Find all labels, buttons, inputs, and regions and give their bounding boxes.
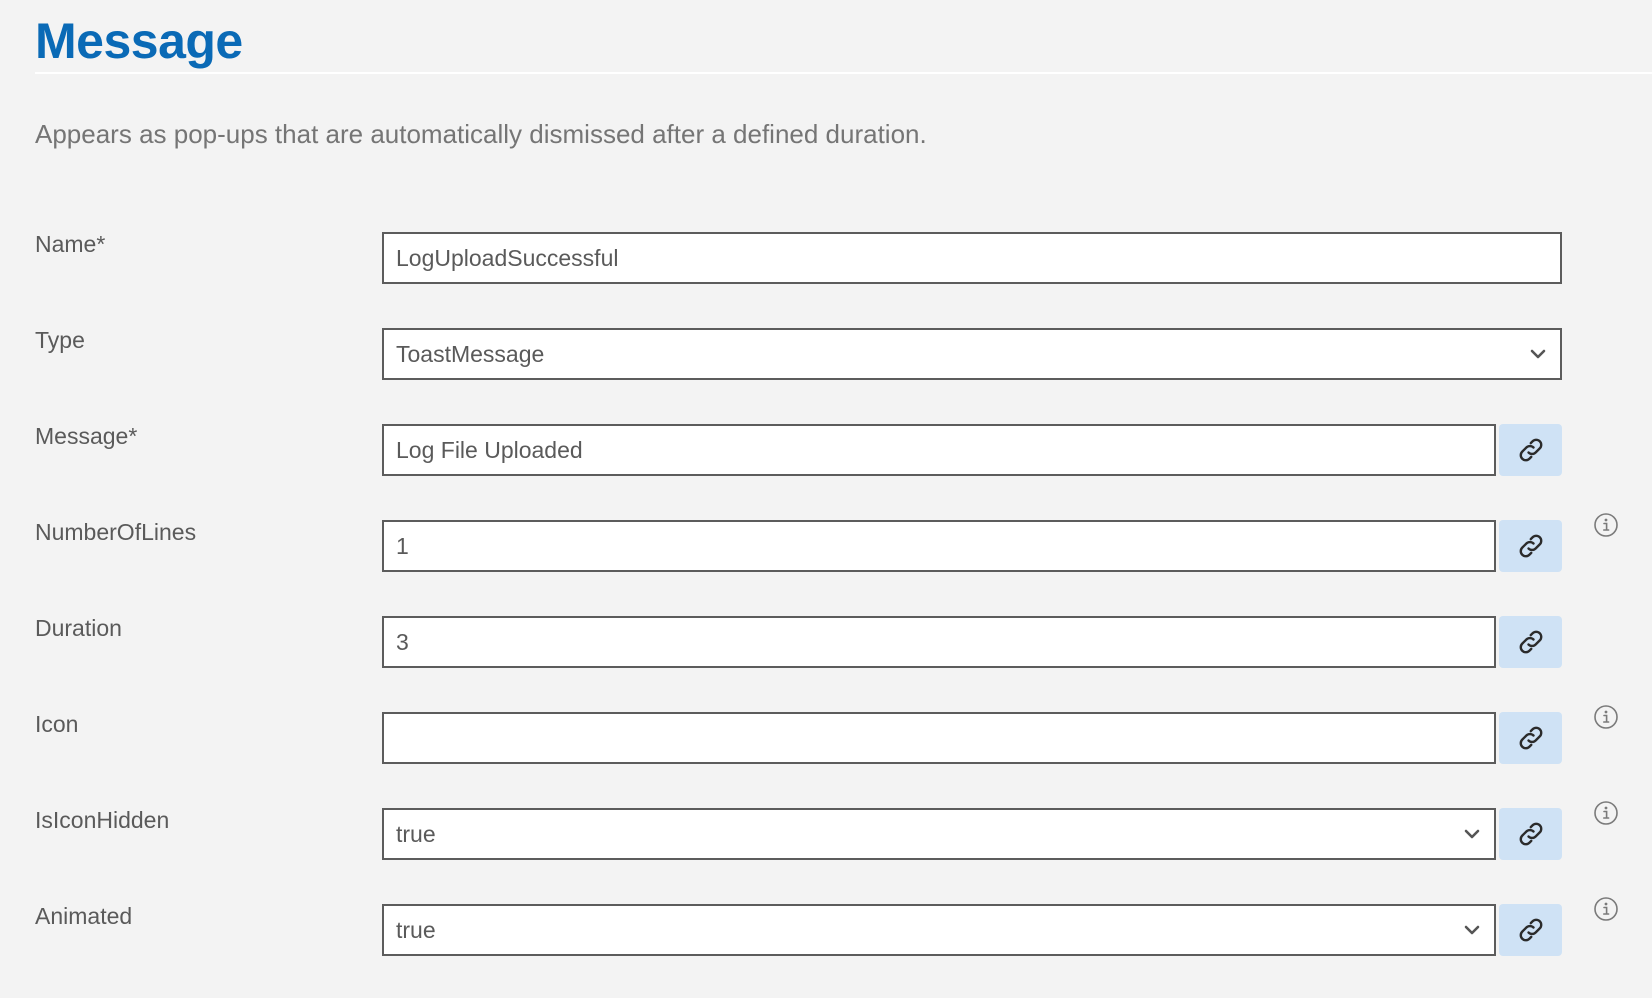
- message-properties-panel: Message Appears as pop-ups that are auto…: [0, 0, 1652, 998]
- type-select[interactable]: ToastMessage: [382, 328, 1562, 380]
- message-label: Message*: [35, 423, 138, 449]
- animated-row: Animated true: [0, 897, 1652, 956]
- number-of-lines-value: 1: [396, 532, 409, 559]
- link-icon: [1519, 630, 1542, 654]
- message-value: Log File Uploaded: [396, 436, 583, 463]
- chevron-down-icon: [1530, 349, 1546, 359]
- number-of-lines-link-button[interactable]: [1499, 520, 1562, 572]
- animated-value: true: [396, 916, 436, 943]
- animated-label: Animated: [35, 903, 133, 929]
- page-description: Appears as pop-ups that are automaticall…: [35, 119, 927, 149]
- message-row: Message* Log File Uploaded: [0, 424, 1652, 476]
- info-icon[interactable]: [1593, 800, 1619, 826]
- number-of-lines-input[interactable]: 1: [382, 520, 1496, 572]
- is-icon-hidden-link-button[interactable]: [1499, 808, 1562, 860]
- name-label: Name*: [35, 231, 106, 257]
- duration-value: 3: [396, 628, 409, 655]
- link-icon: [1519, 534, 1542, 558]
- name-input[interactable]: LogUploadSuccessful: [382, 232, 1562, 284]
- is-icon-hidden-label: IsIconHidden: [35, 807, 170, 833]
- icon-label: Icon: [35, 711, 79, 737]
- message-input[interactable]: Log File Uploaded: [382, 424, 1496, 476]
- type-value: ToastMessage: [396, 340, 545, 367]
- animated-link-button[interactable]: [1499, 904, 1562, 956]
- duration-row: Duration 3: [0, 616, 1652, 668]
- icon-input[interactable]: [382, 712, 1496, 764]
- message-link-button[interactable]: [1499, 424, 1562, 476]
- link-icon: [1519, 438, 1542, 462]
- duration-label: Duration: [35, 615, 122, 641]
- title-divider: [35, 72, 1652, 74]
- is-icon-hidden-row: IsIconHidden true: [0, 801, 1652, 860]
- info-icon[interactable]: [1593, 704, 1619, 730]
- link-icon: [1519, 918, 1542, 942]
- icon-row: Icon: [0, 705, 1652, 764]
- page-title: Message: [35, 13, 243, 69]
- number-of-lines-row: NumberOfLines 1: [0, 513, 1652, 572]
- name-row: Name* LogUploadSuccessful: [0, 232, 1652, 284]
- name-value: LogUploadSuccessful: [396, 244, 619, 271]
- chevron-down-icon: [1464, 925, 1480, 935]
- is-icon-hidden-value: true: [396, 820, 436, 847]
- is-icon-hidden-select[interactable]: true: [382, 808, 1496, 860]
- type-label: Type: [35, 327, 85, 353]
- info-icon[interactable]: [1593, 896, 1619, 922]
- icon-link-button[interactable]: [1499, 712, 1562, 764]
- chevron-down-icon: [1464, 829, 1480, 839]
- link-icon: [1519, 822, 1542, 846]
- duration-link-button[interactable]: [1499, 616, 1562, 668]
- type-row: Type ToastMessage: [0, 328, 1652, 380]
- number-of-lines-label: NumberOfLines: [35, 519, 197, 545]
- duration-input[interactable]: 3: [382, 616, 1496, 668]
- link-icon: [1519, 726, 1542, 750]
- animated-select[interactable]: true: [382, 904, 1496, 956]
- info-icon[interactable]: [1593, 512, 1619, 538]
